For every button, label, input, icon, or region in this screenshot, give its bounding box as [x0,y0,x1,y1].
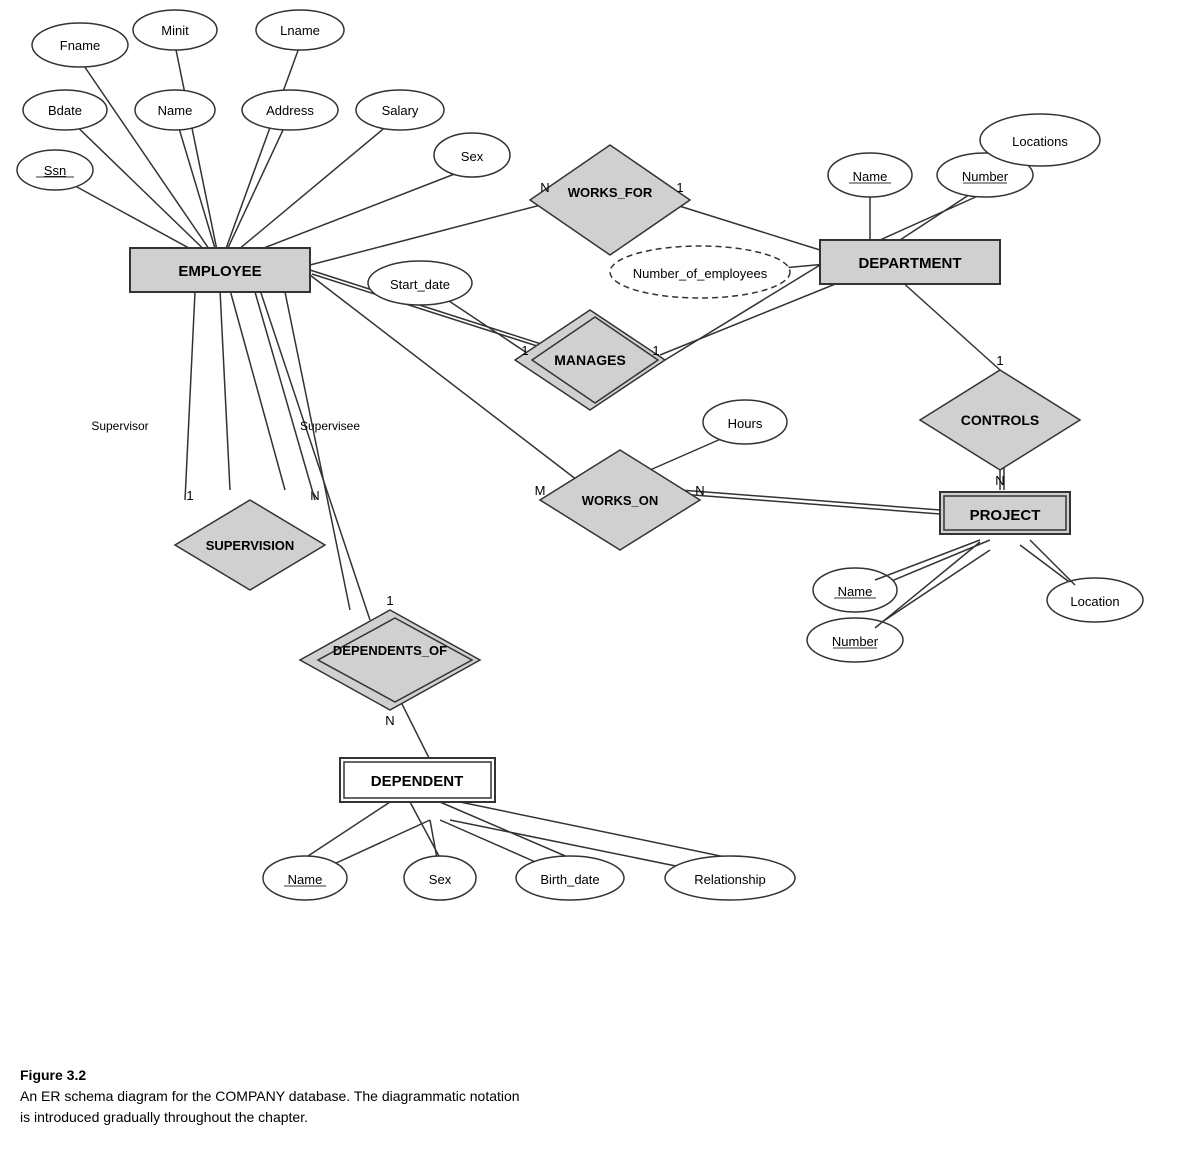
svg-text:Number: Number [962,169,1009,184]
svg-text:CONTROLS: CONTROLS [961,412,1040,428]
svg-text:MANAGES: MANAGES [554,352,626,368]
svg-text:Relationship: Relationship [694,872,766,887]
svg-text:1: 1 [652,343,659,358]
svg-text:Name: Name [158,103,193,118]
svg-text:N: N [695,483,704,498]
svg-text:Bdate: Bdate [48,103,82,118]
svg-text:1: 1 [521,343,528,358]
svg-text:Hours: Hours [728,416,763,431]
svg-text:WORKS_ON: WORKS_ON [582,493,659,508]
svg-text:Fname: Fname [60,38,100,53]
svg-text:DEPENDENTS_OF: DEPENDENTS_OF [333,643,447,658]
svg-text:Number: Number [832,634,879,649]
svg-text:Start_date: Start_date [390,277,450,292]
svg-text:Number_of_employees: Number_of_employees [633,266,768,281]
svg-text:DEPENDENT: DEPENDENT [371,773,464,790]
svg-text:N: N [995,473,1004,488]
svg-text:PROJECT: PROJECT [970,507,1041,524]
svg-text:WORKS_FOR: WORKS_FOR [568,185,653,200]
svg-text:1: 1 [676,180,683,195]
svg-text:Name: Name [853,169,888,184]
svg-text:Ssn: Ssn [44,163,66,178]
figure-caption: Figure 3.2 An ER schema diagram for the … [20,1065,520,1128]
caption-line1: An ER schema diagram for the COMPANY dat… [20,1088,520,1104]
figure-title: Figure 3.2 [20,1067,86,1083]
svg-text:N: N [540,180,549,195]
svg-text:N: N [385,713,394,728]
svg-text:Location: Location [1070,594,1119,609]
svg-text:Birth_date: Birth_date [540,872,599,887]
svg-text:Sex: Sex [461,149,484,164]
svg-text:EMPLOYEE: EMPLOYEE [178,263,261,280]
svg-text:Name: Name [288,872,323,887]
svg-text:1: 1 [996,353,1003,368]
svg-text:Name: Name [838,584,873,599]
svg-text:Supervisee: Supervisee [300,419,360,433]
svg-text:M: M [535,483,546,498]
svg-text:Address: Address [266,103,314,118]
svg-text:1: 1 [186,488,193,503]
svg-text:SUPERVISION: SUPERVISION [206,538,295,553]
svg-text:DEPARTMENT: DEPARTMENT [858,255,961,272]
svg-text:1: 1 [386,593,393,608]
svg-text:Salary: Salary [382,103,419,118]
svg-text:Minit: Minit [161,23,189,38]
svg-text:Sex: Sex [429,872,452,887]
svg-text:Lname: Lname [280,23,320,38]
svg-text:Locations: Locations [1012,134,1068,149]
caption-line2: is introduced gradually throughout the c… [20,1109,308,1125]
svg-text:Supervisor: Supervisor [91,419,148,433]
